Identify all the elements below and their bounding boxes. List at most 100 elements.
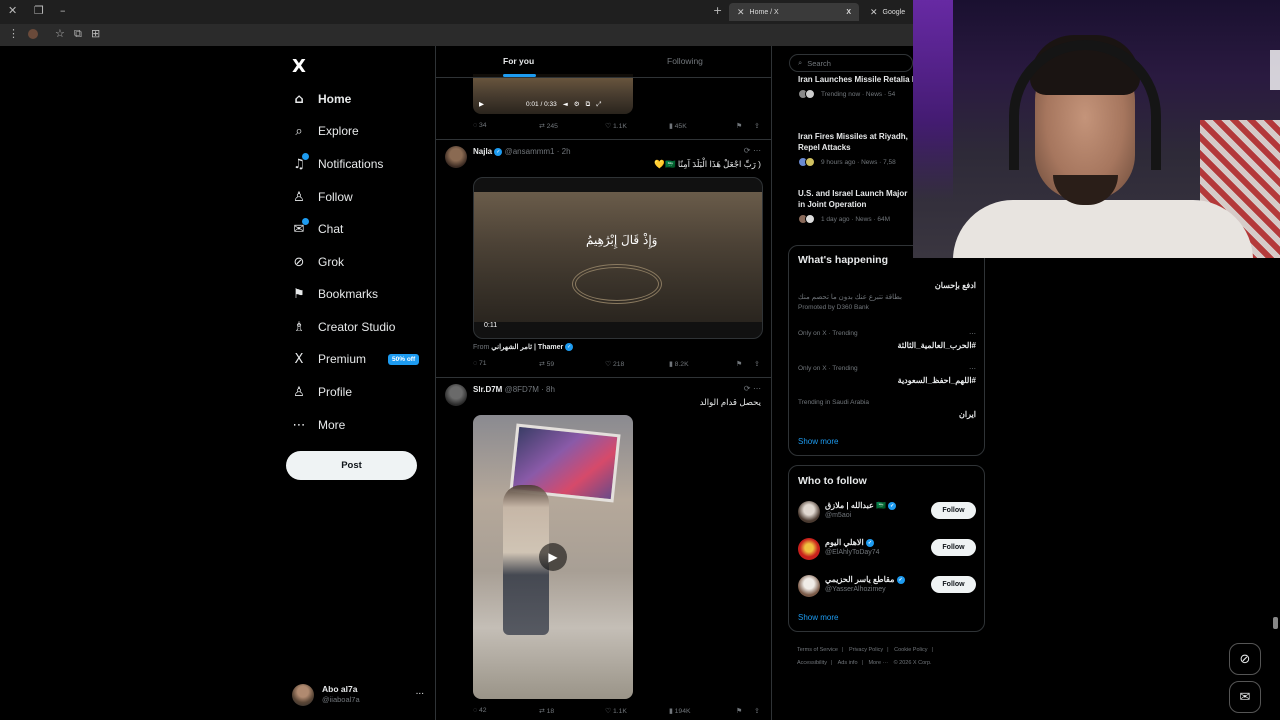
post-menu[interactable]: ⟳ ⋯ bbox=[744, 384, 761, 393]
scrollbar[interactable] bbox=[1273, 617, 1278, 629]
play-icon[interactable]: ▶ bbox=[479, 100, 484, 108]
news-item[interactable]: U.S. and Israel Launch Major in Joint Op… bbox=[798, 188, 913, 224]
nav-chat[interactable]: ✉ Chat bbox=[292, 217, 343, 238]
search-input[interactable]: ⌕ Search bbox=[789, 54, 913, 72]
ads-info-link[interactable]: Ads info bbox=[838, 660, 858, 666]
nav-notifications[interactable]: ♫ Notifications bbox=[292, 152, 383, 173]
like-button[interactable]: ♡ 1.1K bbox=[605, 122, 627, 130]
close-tab-icon[interactable]: ✕ bbox=[737, 7, 745, 18]
tab-for-you[interactable]: For you bbox=[503, 56, 534, 66]
x-logo-icon[interactable]: X bbox=[292, 56, 306, 77]
more-dots-icon[interactable]: ⋯ bbox=[969, 365, 976, 373]
restore-window-icon[interactable]: ❐ bbox=[34, 4, 44, 17]
avatar[interactable] bbox=[445, 146, 467, 168]
post-author[interactable]: Slr.D7M bbox=[473, 385, 502, 394]
tab-home-x[interactable]: ✕ Home / X X bbox=[729, 3, 859, 21]
more-dots-icon[interactable]: ... bbox=[416, 686, 424, 697]
play-icon[interactable]: ▶ bbox=[539, 543, 567, 571]
promoted-trend[interactable]: ادفع بإحسان بطاقة تتبرع عنك بدون ما تحصم… bbox=[798, 281, 976, 311]
pip-icon[interactable]: ⧉ bbox=[586, 100, 591, 109]
post-video[interactable]: وَإِذْ قَالَ إِبْرَٰهِيمُ 0:11 bbox=[473, 177, 763, 339]
tab-following[interactable]: Following bbox=[667, 56, 703, 66]
post-video[interactable]: ▶ bbox=[473, 415, 633, 699]
views-button[interactable]: ▮ 8.2K bbox=[669, 360, 689, 368]
nav-follow[interactable]: ♙ Follow bbox=[292, 188, 353, 206]
nav-grok[interactable]: ⊘ Grok bbox=[292, 253, 344, 271]
follow-button[interactable]: Follow bbox=[931, 539, 976, 556]
post-handle[interactable]: @ansammm1 bbox=[505, 147, 555, 156]
bookmark-icon[interactable]: ⚑ bbox=[736, 122, 742, 130]
share-icon[interactable]: ⇪ bbox=[754, 122, 760, 130]
minimize-window-icon[interactable]: – bbox=[60, 4, 66, 17]
terms-link[interactable]: Terms of Service bbox=[797, 647, 838, 653]
post-handle[interactable]: @8FD7M bbox=[505, 385, 539, 394]
reply-button[interactable]: ◌ 34 bbox=[473, 122, 487, 129]
reply-button[interactable]: ◌ 71 bbox=[473, 360, 487, 367]
follow-suggestion[interactable]: مقاطع ياسر الحزيمي ✓ @YasserAlhozimey Fo… bbox=[798, 573, 976, 599]
extension-icon[interactable]: ⧉ bbox=[74, 27, 82, 41]
grok-button[interactable]: ⊘ bbox=[1229, 643, 1261, 675]
repost-button[interactable]: ⇄ 18 bbox=[539, 707, 554, 715]
post-time[interactable]: · 8h bbox=[541, 385, 555, 394]
views-button[interactable]: ▮ 45K bbox=[669, 122, 687, 130]
verified-badge-icon: ✓ bbox=[888, 501, 897, 510]
follow-button[interactable]: Follow bbox=[931, 576, 976, 593]
follow-suggestion[interactable]: عبدالله | ملازق 🇸🇦 ✓ @m5aoi Follow bbox=[798, 499, 976, 525]
reply-button[interactable]: ◌ 42 bbox=[473, 707, 487, 714]
share-icon[interactable]: ⇪ bbox=[754, 707, 760, 715]
more-link[interactable]: More ··· bbox=[868, 660, 888, 666]
video-source-name[interactable]: ثامر الشهراني | Thamer bbox=[491, 344, 563, 351]
profile-avatar-icon[interactable] bbox=[28, 29, 38, 39]
star-icon[interactable]: ☆ bbox=[55, 27, 65, 40]
bookmark-icon[interactable]: ⚑ bbox=[736, 360, 742, 368]
nav-home[interactable]: ⌂ Home bbox=[292, 90, 351, 108]
post-menu[interactable]: ⟳ ⋯ bbox=[744, 146, 761, 155]
trend-item[interactable]: Trending in Saudi Arabia ايران bbox=[798, 399, 976, 419]
grok-icon[interactable]: ⟳ bbox=[744, 384, 751, 393]
nav-more[interactable]: ⋯ More bbox=[292, 416, 346, 434]
nav-creator-studio[interactable]: ♗ Creator Studio bbox=[292, 318, 395, 336]
post-author[interactable]: Najla bbox=[473, 147, 492, 156]
settings-icon[interactable]: ⚙ bbox=[574, 100, 580, 108]
close-window-icon[interactable]: ✕ bbox=[8, 4, 17, 17]
trend-tag: #الحرب_العالمية_الثالثة bbox=[897, 341, 977, 350]
privacy-link[interactable]: Privacy Policy bbox=[849, 647, 883, 653]
accessibility-link[interactable]: Accessibility bbox=[797, 660, 827, 666]
suggestion-handle: @ElAhlyToDay74 bbox=[825, 549, 880, 556]
cookie-link[interactable]: Cookie Policy bbox=[894, 647, 927, 653]
messages-button[interactable]: ✉ bbox=[1229, 681, 1261, 713]
volume-icon[interactable]: ◄ bbox=[563, 100, 568, 108]
grok-icon[interactable]: ⟳ bbox=[744, 146, 751, 155]
views-button[interactable]: ▮ 194K bbox=[669, 707, 691, 715]
post-time[interactable]: · 2h bbox=[557, 147, 571, 156]
repost-button[interactable]: ⇄ 59 bbox=[539, 360, 554, 368]
follow-suggestion[interactable]: الاهلي اليوم ✓ @ElAhlyToDay74 Follow bbox=[798, 536, 976, 562]
account-switcher[interactable]: Abo al7a @iiaboal7a ... bbox=[292, 682, 432, 708]
follow-button[interactable]: Follow bbox=[931, 502, 976, 519]
trend-item[interactable]: Only on X · Trending ⋯ #اللهم_احفظ_السعو… bbox=[798, 365, 976, 385]
show-more-link[interactable]: Show more bbox=[798, 613, 838, 622]
show-more-link[interactable]: Show more bbox=[798, 437, 838, 446]
nav-explore[interactable]: ⌕ Explore bbox=[292, 122, 358, 140]
news-item[interactable]: Iran Fires Missiles at Riyadh, Repel Att… bbox=[798, 131, 913, 167]
news-meta: Trending now · News · 54 bbox=[821, 90, 896, 98]
new-tab-icon[interactable]: + bbox=[713, 4, 722, 17]
like-button[interactable]: ♡ 1.1K bbox=[605, 707, 627, 715]
nav-profile[interactable]: ♙ Profile bbox=[292, 383, 352, 401]
nav-premium[interactable]: X Premium 50% off bbox=[292, 350, 420, 368]
like-button[interactable]: ♡ 218 bbox=[605, 360, 624, 368]
share-icon[interactable]: ⇪ bbox=[754, 360, 760, 368]
news-item[interactable]: Iran Launches Missile Retalia Bases Afte… bbox=[798, 74, 913, 99]
trend-item[interactable]: Only on X · Trending ⋯ #الحرب_العالمية_ا… bbox=[798, 330, 976, 350]
nav-bookmarks[interactable]: ⚑ Bookmarks bbox=[292, 285, 378, 303]
avatar[interactable] bbox=[445, 384, 467, 406]
fullscreen-icon[interactable]: ⤢ bbox=[596, 100, 601, 109]
post-button[interactable]: Post bbox=[286, 451, 417, 480]
repost-button[interactable]: ⇄ 245 bbox=[539, 122, 558, 130]
more-dots-icon[interactable]: ⋯ bbox=[969, 330, 976, 338]
share-icon[interactable]: ⊞ bbox=[91, 27, 100, 40]
bookmark-icon[interactable]: ⚑ bbox=[736, 707, 742, 715]
menu-dots-icon[interactable]: ⋮ bbox=[8, 27, 19, 40]
post-video[interactable]: ▶ 0:01 / 0:33 ◄ ⚙ ⧉ ⤢ bbox=[473, 74, 633, 114]
close-tab-icon[interactable]: ✕ bbox=[870, 7, 878, 18]
